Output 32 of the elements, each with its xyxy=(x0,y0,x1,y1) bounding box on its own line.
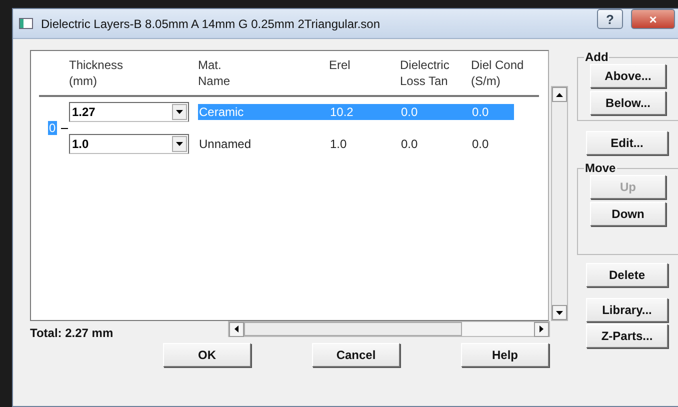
total-thickness: Total: 2.27 mm xyxy=(30,326,114,340)
group-label: Add xyxy=(584,50,610,64)
side-button[interactable]: Delete xyxy=(586,263,668,287)
arrow-up-icon xyxy=(556,92,563,96)
vertical-scrollbar[interactable] xyxy=(551,86,568,321)
arrow-right-icon xyxy=(540,326,544,332)
column-header: Erel xyxy=(329,57,352,74)
ok-button[interactable]: OK xyxy=(163,343,251,367)
dropdown-caret-icon xyxy=(172,104,187,120)
help-button[interactable]: Help xyxy=(461,343,549,367)
cancel-button[interactable]: Cancel xyxy=(312,343,400,367)
add-button[interactable]: Below... xyxy=(590,91,666,115)
app-icon xyxy=(19,18,33,29)
arrow-left-icon xyxy=(234,326,238,332)
arrow-down-icon xyxy=(556,310,563,314)
edit-button[interactable]: Edit... xyxy=(586,131,668,155)
side-button[interactable]: Z-Parts... xyxy=(586,324,668,348)
column-header: Dielectric Loss Tan xyxy=(400,57,450,90)
thickness-dropdown[interactable]: 1.0 xyxy=(69,134,189,154)
help-button[interactable]: ? xyxy=(597,9,623,29)
layer-row[interactable]: Unnamed 1.0 0.0 0.0 xyxy=(198,136,514,152)
side-button[interactable]: Library... xyxy=(586,298,668,322)
thickness-dropdown[interactable]: 1.27 xyxy=(69,102,189,122)
horizontal-scrollbar[interactable] xyxy=(228,321,550,337)
move-button[interactable]: Down xyxy=(590,202,666,226)
column-header: Mat. Name xyxy=(198,57,232,90)
column-header: Thickness (mm) xyxy=(69,57,124,90)
group-label: Move xyxy=(584,161,617,175)
column-header: Diel Cond (S/m) xyxy=(471,57,525,90)
add-button[interactable]: Above... xyxy=(590,64,666,88)
window-title: Dielectric Layers-B 8.05mm A 14mm G 0.25mm 2Triangular.son xyxy=(41,16,382,30)
dropdown-caret-icon xyxy=(172,136,187,152)
